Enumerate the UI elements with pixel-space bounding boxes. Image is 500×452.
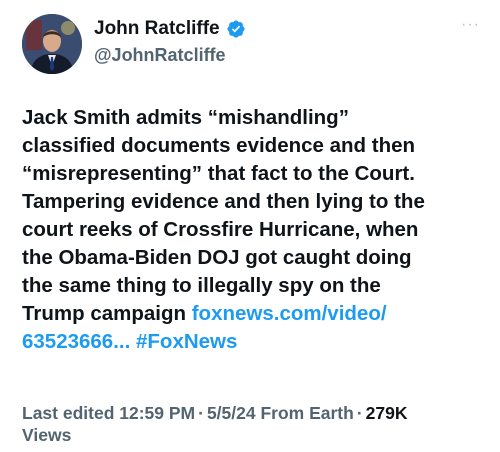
author-name-row[interactable]: John Ratcliffe bbox=[94, 18, 246, 40]
tweet-card: John Ratcliffe @JohnRatcliffe ··· Jack S… bbox=[0, 0, 500, 452]
author-name[interactable]: John Ratcliffe bbox=[94, 18, 220, 40]
hashtag-link[interactable]: #FoxNews bbox=[136, 330, 237, 353]
edited-timestamp[interactable]: Last edited 12:59 PM bbox=[22, 403, 195, 423]
separator-dot: · bbox=[198, 403, 204, 423]
tweet-line: Jack Smith admits “mishandling” bbox=[22, 106, 349, 129]
tweet-text-segment: Trump campaign bbox=[22, 302, 192, 325]
post-date[interactable]: 5/5/24 bbox=[207, 403, 256, 423]
author-handle[interactable]: @JohnRatcliffe bbox=[94, 44, 226, 66]
tweet-line: Tampering evidence and then lying to the bbox=[22, 190, 425, 213]
more-options-icon[interactable]: ··· bbox=[461, 17, 480, 33]
separator-dot: · bbox=[356, 403, 363, 423]
tweet-link[interactable]: foxnews.com/video/ bbox=[192, 302, 387, 325]
tweet-line: the same thing to illegally spy on the bbox=[22, 274, 381, 297]
tweet-line: the Obama-Biden DOJ got caught doing bbox=[22, 246, 412, 269]
tweet-line: court reeks of Crossfire Hurricane, when bbox=[22, 218, 419, 241]
verified-badge-icon[interactable] bbox=[226, 19, 246, 39]
tweet-text: Jack Smith admits “mishandling” classifi… bbox=[22, 104, 484, 356]
tweet-line: 63523666... #FoxNews bbox=[22, 328, 484, 356]
views-count: 279K bbox=[365, 403, 408, 423]
tweet-line: “misrepresenting” that fact to the Court… bbox=[22, 162, 415, 185]
tweet-line: classified documents evidence and then bbox=[22, 134, 416, 157]
tweet-line: Trump campaign foxnews.com/video/ bbox=[22, 300, 484, 328]
views-label: Views bbox=[22, 425, 72, 445]
tweet-metadata: Last edited 12:59 PM · 5/5/24 From Earth · 2… bbox=[22, 402, 482, 446]
tweet-link-continued[interactable]: 63523666... bbox=[22, 330, 130, 353]
profile-photo bbox=[22, 14, 82, 74]
post-location: From Earth bbox=[260, 403, 354, 423]
avatar[interactable] bbox=[22, 14, 82, 74]
